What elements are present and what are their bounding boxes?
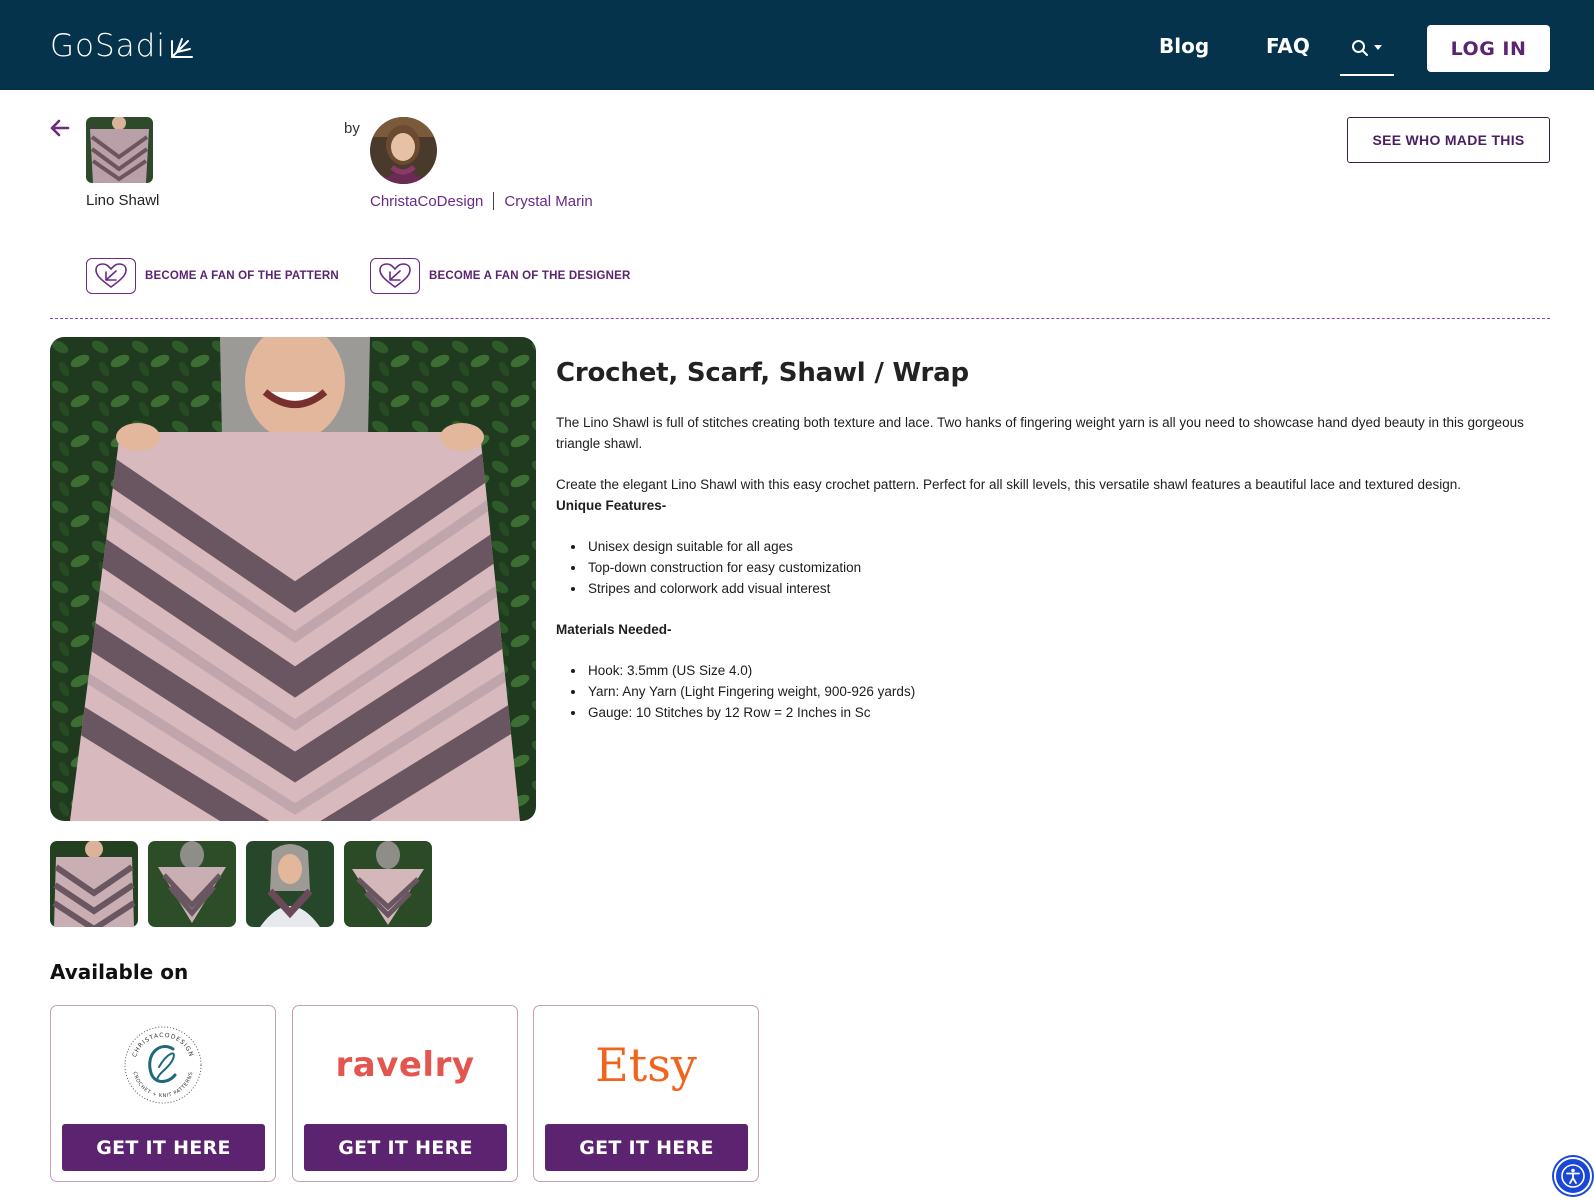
store-card-christacodesign: CHRISTACODESIGN CROCHET + KNIT PATTERNS … (50, 1005, 276, 1182)
list-item: Hook: 3.5mm (US Size 4.0) (586, 660, 1546, 681)
see-who-made-this-button[interactable]: SEE WHO MADE THIS (1347, 117, 1550, 163)
logo-mark-icon (170, 38, 193, 58)
store-card-etsy: Etsy GET IT HERE (533, 1005, 759, 1182)
thumbnail-4[interactable] (344, 841, 432, 927)
thumbnail-2[interactable] (148, 841, 236, 927)
christacodesign-logo[interactable]: CHRISTACODESIGN CROCHET + KNIT PATTERNS (51, 1006, 275, 1124)
fan-designer-label: BECOME A FAN OF THE DESIGNER (429, 270, 631, 282)
main-product-image[interactable] (50, 337, 536, 821)
designer-link-separator (493, 192, 495, 210)
thumbnail-3[interactable] (246, 841, 334, 927)
pattern-description: Crochet, Scarf, Shawl / Wrap The Lino Sh… (556, 358, 1546, 743)
designer-shop-link[interactable]: ChristaCoDesign (370, 193, 483, 210)
heart-logo-icon (370, 258, 420, 294)
ravelry-logo[interactable]: ravelry (293, 1006, 517, 1124)
shawl-photo (50, 337, 536, 821)
features-list: Unisex design suitable for all ages Top-… (586, 536, 1546, 599)
image-thumbnails (50, 841, 432, 927)
search-toggle[interactable] (1340, 36, 1394, 76)
logo-text: GoSadi (50, 28, 166, 64)
etsy-logo[interactable]: Etsy (534, 1006, 758, 1124)
arrow-left-icon[interactable] (48, 116, 72, 140)
designer-avatar[interactable] (370, 117, 437, 184)
section-divider (50, 318, 1550, 319)
designer-avatar-image (370, 117, 437, 184)
get-it-here-button[interactable]: GET IT HERE (545, 1124, 748, 1171)
login-button[interactable]: LOG IN (1427, 25, 1550, 72)
pattern-thumbnail[interactable] (86, 117, 153, 183)
fan-pattern-button[interactable]: BECOME A FAN OF THE PATTERN (86, 258, 339, 294)
etsy-wordmark: Etsy (595, 1038, 697, 1092)
search-icon (1352, 40, 1368, 56)
materials-list: Hook: 3.5mm (US Size 4.0) Yarn: Any Yarn… (586, 660, 1546, 723)
description-paragraph-2: Create the elegant Lino Shawl with this … (556, 477, 1461, 492)
ravelry-wordmark: ravelry (335, 1045, 475, 1085)
features-heading: Unique Features- (556, 498, 667, 513)
designer-name-link[interactable]: Crystal Marin (504, 193, 592, 210)
available-on-heading: Available on (50, 960, 189, 984)
list-item: Stripes and colorwork add visual interes… (586, 578, 1546, 599)
list-item: Unisex design suitable for all ages (586, 536, 1546, 557)
caret-down-icon (1374, 45, 1382, 50)
thumbnail-1[interactable] (50, 841, 138, 927)
pattern-thumbnail-image (86, 117, 153, 183)
get-it-here-button[interactable]: GET IT HERE (62, 1124, 265, 1171)
nav-blog-link[interactable]: Blog (1159, 34, 1209, 58)
designer-links: ChristaCoDesign Crystal Marin (370, 192, 593, 210)
list-item: Top-down construction for easy customiza… (586, 557, 1546, 578)
list-item: Gauge: 10 Stitches by 12 Row = 2 Inches … (586, 702, 1546, 723)
fan-pattern-label: BECOME A FAN OF THE PATTERN (145, 270, 339, 282)
materials-heading: Materials Needed- (556, 622, 672, 637)
pattern-name[interactable]: Lino Shawl (86, 192, 159, 209)
heart-logo-icon (86, 258, 136, 294)
store-card-ravelry: ravelry GET IT HERE (292, 1005, 518, 1182)
description-paragraph-1: The Lino Shawl is full of stitches creat… (556, 415, 1524, 451)
get-it-here-button[interactable]: GET IT HERE (304, 1124, 507, 1171)
by-label: by (344, 120, 360, 137)
gosadi-logo[interactable]: GoSadi (50, 26, 210, 66)
christacodesign-logo-image: CHRISTACODESIGN CROCHET + KNIT PATTERNS (123, 1025, 203, 1105)
site-header: GoSadi Blog FAQ LOG IN (0, 0, 1594, 90)
list-item: Yarn: Any Yarn (Light Fingering weight, … (586, 681, 1546, 702)
accessibility-icon[interactable] (1554, 1157, 1592, 1195)
pattern-category-title: Crochet, Scarf, Shawl / Wrap (556, 358, 969, 388)
nav-faq-link[interactable]: FAQ (1266, 34, 1310, 58)
fan-designer-button[interactable]: BECOME A FAN OF THE DESIGNER (370, 258, 631, 294)
